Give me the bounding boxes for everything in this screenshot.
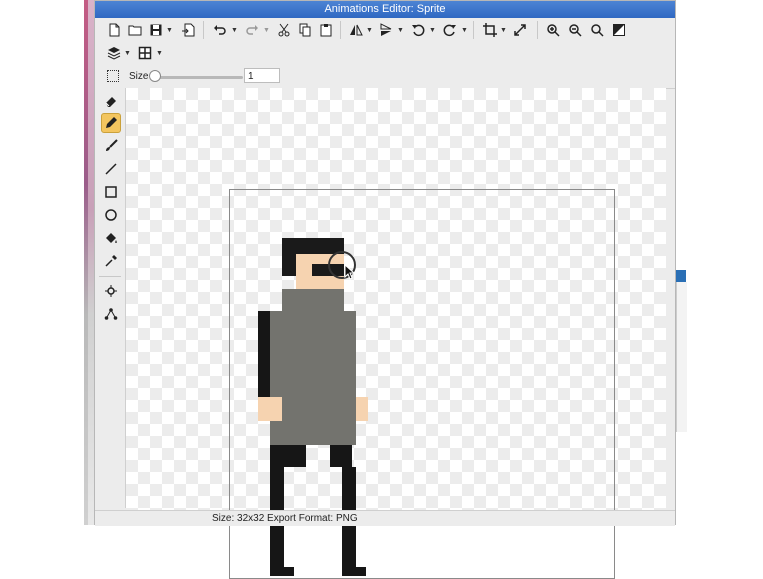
brush-options-bar: Size 1 xyxy=(95,64,675,89)
cut-icon[interactable] xyxy=(275,21,293,39)
anchor-point-icon[interactable] xyxy=(101,281,121,301)
fill-bucket-icon[interactable] xyxy=(101,228,121,248)
rotate-right-icon[interactable] xyxy=(441,21,459,39)
flip-horizontal-icon[interactable] xyxy=(347,21,365,39)
undo-icon[interactable] xyxy=(211,21,229,39)
toolbar-separator xyxy=(340,21,341,39)
layers-icon[interactable] xyxy=(105,44,123,62)
mouse-pointer-icon xyxy=(344,264,356,280)
flip-vertical-icon[interactable] xyxy=(377,21,395,39)
eraser-icon[interactable] xyxy=(101,91,121,111)
size-slider-track[interactable] xyxy=(155,76,243,79)
brush-icon[interactable] xyxy=(101,136,121,156)
selection-marquee-icon[interactable] xyxy=(107,70,119,82)
status-bar: Size: 32x32 Export Format: PNG xyxy=(95,510,675,526)
rectangle-icon[interactable] xyxy=(101,182,121,202)
size-slider-handle[interactable] xyxy=(149,70,161,82)
ellipse-icon[interactable] xyxy=(101,205,121,225)
invert-icon[interactable] xyxy=(610,21,628,39)
save-icon[interactable] xyxy=(147,21,165,39)
zoom-fit-icon[interactable] xyxy=(588,21,606,39)
save-dropdown-caret[interactable]: ▼ xyxy=(166,27,173,34)
main-toolbar: ▼ ▼ ▼ ▼ ▼ ▼ ▼ ▼ xyxy=(95,18,675,42)
new-file-icon[interactable] xyxy=(105,21,123,39)
zoom-in-icon[interactable] xyxy=(544,21,562,39)
rotate-right-dropdown-caret[interactable]: ▼ xyxy=(461,27,468,34)
zoom-out-icon[interactable] xyxy=(566,21,584,39)
background-app-accent xyxy=(84,0,88,525)
grid-icon[interactable] xyxy=(136,44,154,62)
drawing-canvas-area[interactable] xyxy=(126,88,666,579)
toolbar-separator xyxy=(537,21,538,39)
eyedropper-icon[interactable] xyxy=(101,251,121,271)
toolbar-separator xyxy=(473,21,474,39)
paste-icon[interactable] xyxy=(317,21,335,39)
open-folder-icon[interactable] xyxy=(126,21,144,39)
rotate-left-icon[interactable] xyxy=(409,21,427,39)
grid-dropdown-caret[interactable]: ▼ xyxy=(156,50,163,57)
background-app-tab xyxy=(676,270,686,282)
animations-editor-window: Animations Editor: Sprite ▼ ▼ ▼ ▼ ▼ ▼ ▼ … xyxy=(94,0,676,579)
layers-dropdown-caret[interactable]: ▼ xyxy=(124,50,131,57)
background-app-panel xyxy=(676,282,687,432)
size-label: Size xyxy=(129,71,149,82)
status-text: Size: 32x32 Export Format: PNG xyxy=(212,513,358,524)
bone-tool-icon[interactable] xyxy=(101,304,121,324)
undo-dropdown-caret[interactable]: ▼ xyxy=(231,27,238,34)
size-input[interactable]: 1 xyxy=(244,68,280,83)
background-app-right xyxy=(676,0,763,541)
crop-dropdown-caret[interactable]: ▼ xyxy=(500,27,507,34)
pencil-icon[interactable] xyxy=(101,113,121,133)
line-icon[interactable] xyxy=(101,159,121,179)
flip-v-dropdown-caret[interactable]: ▼ xyxy=(397,27,404,34)
redo-dropdown-caret[interactable]: ▼ xyxy=(263,27,270,34)
export-icon[interactable] xyxy=(179,21,197,39)
secondary-toolbar: ▼ ▼ xyxy=(95,42,675,65)
flip-h-dropdown-caret[interactable]: ▼ xyxy=(366,27,373,34)
toolbar-separator xyxy=(203,21,204,39)
rotate-left-dropdown-caret[interactable]: ▼ xyxy=(429,27,436,34)
copy-icon[interactable] xyxy=(296,21,314,39)
tool-separator xyxy=(99,276,121,277)
tool-palette xyxy=(95,88,126,508)
redo-icon[interactable] xyxy=(243,21,261,39)
crop-icon[interactable] xyxy=(481,21,499,39)
resize-icon[interactable] xyxy=(511,21,529,39)
window-title: Animations Editor: Sprite xyxy=(95,1,675,18)
